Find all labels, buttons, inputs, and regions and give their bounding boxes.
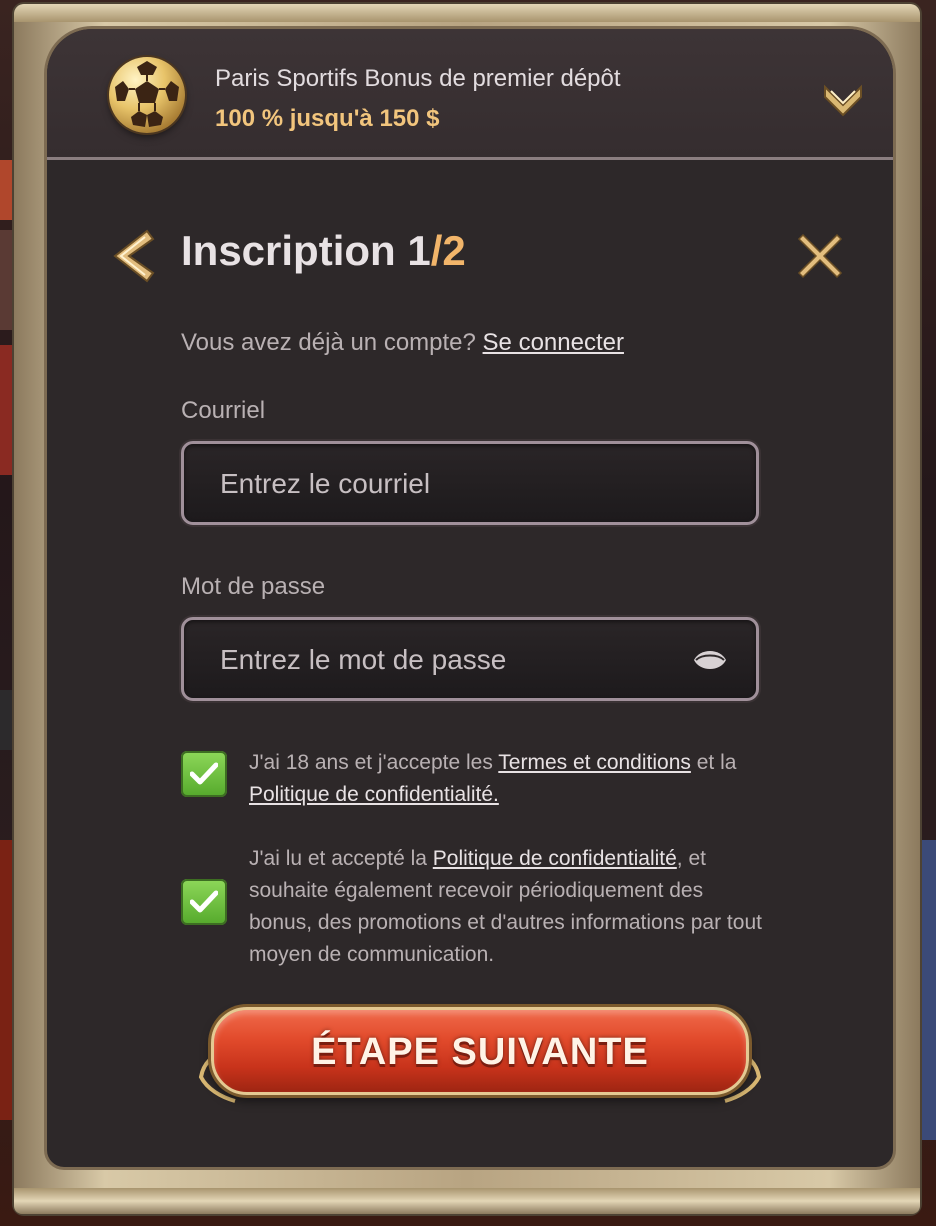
consent-text: J'ai lu et accepté la [249,847,433,870]
privacy-policy-link[interactable]: Politique de confidentialité. [249,783,499,806]
bonus-title: Paris Sportifs Bonus de premier dépôt [215,65,621,92]
terms-link[interactable]: Termes et conditions [498,751,691,774]
close-icon [797,233,843,279]
marketing-checkbox[interactable] [181,879,227,925]
consent-terms: J'ai 18 ans et j'accepte les Termes et c… [181,747,781,817]
frame-top-ornament [14,4,920,22]
email-field-container [181,441,759,525]
next-step-label: ÉTAPE SUIVANTE [311,1031,649,1073]
modal-frame: Paris Sportifs Bonus de premier dépôt 10… [14,4,920,1214]
login-prompt-text: Vous avez déjà un compte? [181,329,476,356]
title-text: Inscription 1 [181,227,431,274]
login-link[interactable]: Se connecter [483,329,624,356]
page-title: Inscription 1/2 [181,227,466,275]
checkmark-icon [190,890,218,913]
privacy-policy-link[interactable]: Politique de confidentialité [433,847,677,870]
soccer-ball-icon [109,57,185,133]
bonus-amount: 100 % jusqu'à 150 $ [215,105,440,132]
back-button[interactable] [105,227,157,285]
terms-checkbox[interactable] [181,751,227,797]
step-indicator: /2 [430,227,466,274]
chevron-left-icon [113,229,155,283]
login-prompt: Vous avez déjà un compte? Se connecter [181,329,624,357]
registration-modal: Paris Sportifs Bonus de premier dépôt 10… [44,26,896,1170]
consent-marketing: J'ai lu et accepté la Politique de confi… [181,843,781,973]
frame-bottom-ornament [14,1188,920,1214]
password-field[interactable] [218,620,692,700]
eye-icon[interactable] [692,646,728,674]
close-button[interactable] [797,233,843,279]
password-label: Mot de passe [181,573,326,600]
terms-text: J'ai 18 ans et j'accepte les Termes et c… [249,747,769,811]
password-field-container [181,617,759,701]
marketing-text: J'ai lu et accepté la Politique de confi… [249,843,769,971]
next-step-button[interactable]: ÉTAPE SUIVANTE [197,1001,763,1105]
email-label: Courriel [181,397,266,424]
checkmark-icon [190,762,218,785]
chevron-down-icon[interactable] [821,79,865,119]
bonus-banner[interactable]: Paris Sportifs Bonus de premier dépôt 10… [47,29,893,160]
email-field[interactable] [218,444,692,524]
consent-text: J'ai 18 ans et j'accepte les [249,751,499,774]
consent-text: et la [690,751,737,774]
